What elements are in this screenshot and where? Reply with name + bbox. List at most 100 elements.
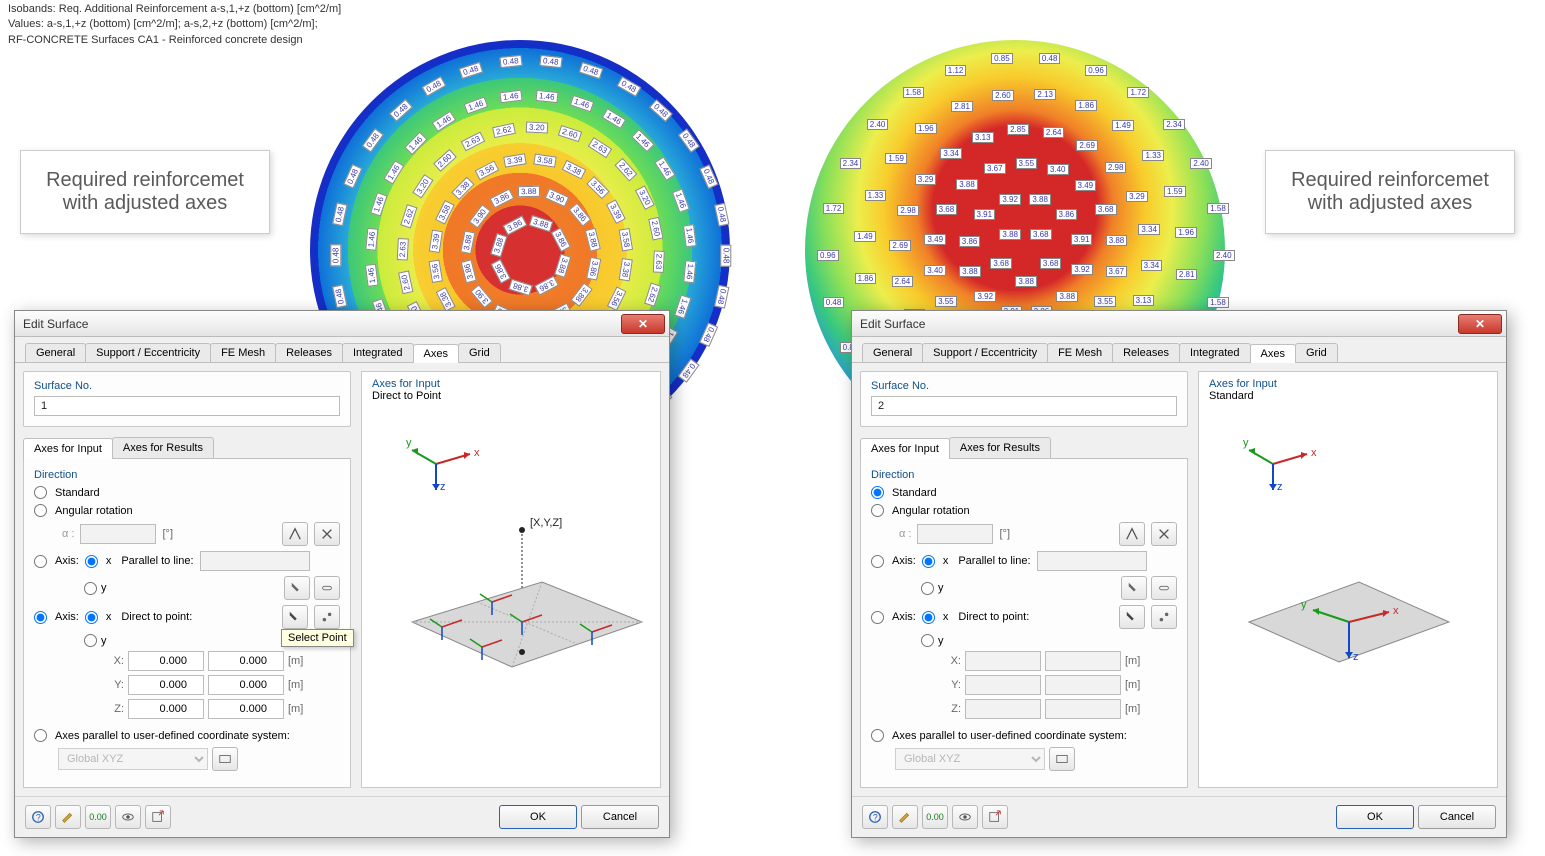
- close-button[interactable]: ✕: [621, 314, 665, 334]
- radio-axis-parallel[interactable]: [871, 555, 884, 568]
- pick-point-button[interactable]: [282, 605, 308, 629]
- label-standard: Standard: [892, 487, 937, 499]
- unit-Y: [m]: [288, 679, 303, 691]
- radio-angular[interactable]: [34, 504, 47, 517]
- tab-releases[interactable]: Releases: [1112, 343, 1180, 362]
- input-X-2[interactable]: [208, 651, 284, 671]
- input-Y-2[interactable]: [208, 675, 284, 695]
- point-tool-button[interactable]: [314, 605, 340, 629]
- units-button[interactable]: 0.00: [85, 805, 111, 829]
- export-button[interactable]: [145, 805, 171, 829]
- subtab-axes-input[interactable]: Axes for Input: [23, 438, 113, 459]
- label-angular: Angular rotation: [55, 505, 133, 517]
- label-y2: y: [101, 635, 107, 647]
- tab-grid[interactable]: Grid: [1295, 343, 1338, 362]
- cancel-button[interactable]: Cancel: [581, 805, 659, 829]
- tab-fe-mesh[interactable]: FE Mesh: [210, 343, 276, 362]
- surface-no-input[interactable]: [871, 396, 1177, 416]
- svg-text:x: x: [474, 447, 480, 459]
- pick-point-button[interactable]: [1119, 605, 1145, 629]
- radio-axis-y-2[interactable]: [921, 634, 934, 647]
- tab-support[interactable]: Support / Eccentricity: [85, 343, 211, 362]
- surface-no-label: Surface No.: [871, 380, 1177, 392]
- edit-button[interactable]: [55, 805, 81, 829]
- tab-axes[interactable]: Axes: [413, 344, 459, 363]
- radio-axis-direct[interactable]: [871, 611, 884, 624]
- radio-axis-direct[interactable]: [34, 611, 47, 624]
- subtab-axes-results[interactable]: Axes for Results: [949, 437, 1051, 458]
- close-button[interactable]: ✕: [1458, 314, 1502, 334]
- radio-axis-y-1[interactable]: [84, 582, 97, 595]
- label-y: y: [101, 582, 107, 594]
- ok-button[interactable]: OK: [1336, 805, 1414, 829]
- pick-line-button[interactable]: [284, 576, 310, 600]
- input-Z-2[interactable]: [208, 699, 284, 719]
- help-button[interactable]: ?: [25, 805, 51, 829]
- direction-label: Direction: [871, 469, 1177, 481]
- surface-no-label: Surface No.: [34, 380, 340, 392]
- subtab-axes-input[interactable]: Axes for Input: [860, 438, 950, 459]
- preview-mode: Direct to Point: [362, 390, 660, 402]
- help-button[interactable]: ?: [862, 805, 888, 829]
- radio-axis-x-1[interactable]: [922, 555, 935, 568]
- ok-button[interactable]: OK: [499, 805, 577, 829]
- angular-tool-1[interactable]: [282, 522, 308, 546]
- input-X-2: [1045, 651, 1121, 671]
- label-axis: Axis:: [55, 555, 79, 567]
- label-axis: Axis:: [892, 555, 916, 567]
- tab-support[interactable]: Support / Eccentricity: [922, 343, 1048, 362]
- point-tool-button[interactable]: [1151, 605, 1177, 629]
- line-tool-button[interactable]: [1151, 576, 1177, 600]
- tab-releases[interactable]: Releases: [275, 343, 343, 362]
- radio-axis-x-1[interactable]: [85, 555, 98, 568]
- export-button[interactable]: [982, 805, 1008, 829]
- angular-tool-2[interactable]: [314, 522, 340, 546]
- tab-axes[interactable]: Axes: [1250, 344, 1296, 363]
- tab-grid[interactable]: Grid: [458, 343, 501, 362]
- titlebar: Edit Surface ✕: [852, 311, 1506, 337]
- tab-integrated[interactable]: Integrated: [342, 343, 414, 362]
- tab-general[interactable]: General: [862, 343, 923, 362]
- tab-general[interactable]: General: [25, 343, 86, 362]
- view-button[interactable]: [115, 805, 141, 829]
- alpha-input: [80, 524, 156, 544]
- line-tool-button[interactable]: [314, 576, 340, 600]
- label-Y: Y:: [943, 679, 961, 691]
- radio-axis-y-1[interactable]: [921, 582, 934, 595]
- cancel-button[interactable]: Cancel: [1418, 805, 1496, 829]
- tab-integrated[interactable]: Integrated: [1179, 343, 1251, 362]
- pick-line-button[interactable]: [1121, 576, 1147, 600]
- surface-no-input[interactable]: [34, 396, 340, 416]
- dialog-title: Edit Surface: [23, 317, 88, 331]
- subtab-axes-results[interactable]: Axes for Results: [112, 437, 214, 458]
- cs-tool-button[interactable]: [1049, 747, 1075, 771]
- angular-tool-2[interactable]: [1151, 522, 1177, 546]
- input-Z-2: [1045, 699, 1121, 719]
- radio-standard[interactable]: [871, 486, 884, 499]
- tabbar: General Support / Eccentricity FE Mesh R…: [852, 337, 1506, 363]
- radio-user-cs[interactable]: [34, 729, 47, 742]
- cs-tool-button[interactable]: [212, 747, 238, 771]
- radio-axis-x-2[interactable]: [922, 611, 935, 624]
- label-y2: y: [938, 635, 944, 647]
- radio-axis-parallel[interactable]: [34, 555, 47, 568]
- radio-user-cs[interactable]: [871, 729, 884, 742]
- svg-text:y: y: [406, 437, 412, 449]
- input-Y-1[interactable]: [128, 675, 204, 695]
- radio-axis-y-2[interactable]: [84, 634, 97, 647]
- units-button[interactable]: 0.00: [922, 805, 948, 829]
- view-button[interactable]: [952, 805, 978, 829]
- preview-mode: Standard: [1199, 390, 1497, 402]
- svg-text:z: z: [440, 481, 446, 493]
- input-X-1[interactable]: [128, 651, 204, 671]
- angular-tool-1[interactable]: [1119, 522, 1145, 546]
- axis-gizmo-icon: x y z: [406, 434, 486, 494]
- tab-fe-mesh[interactable]: FE Mesh: [1047, 343, 1113, 362]
- radio-axis-x-2[interactable]: [85, 611, 98, 624]
- label-standard: Standard: [55, 487, 100, 499]
- input-Z-1[interactable]: [128, 699, 204, 719]
- edit-button[interactable]: [892, 805, 918, 829]
- radio-standard[interactable]: [34, 486, 47, 499]
- svg-text:x: x: [1393, 605, 1399, 617]
- radio-angular[interactable]: [871, 504, 884, 517]
